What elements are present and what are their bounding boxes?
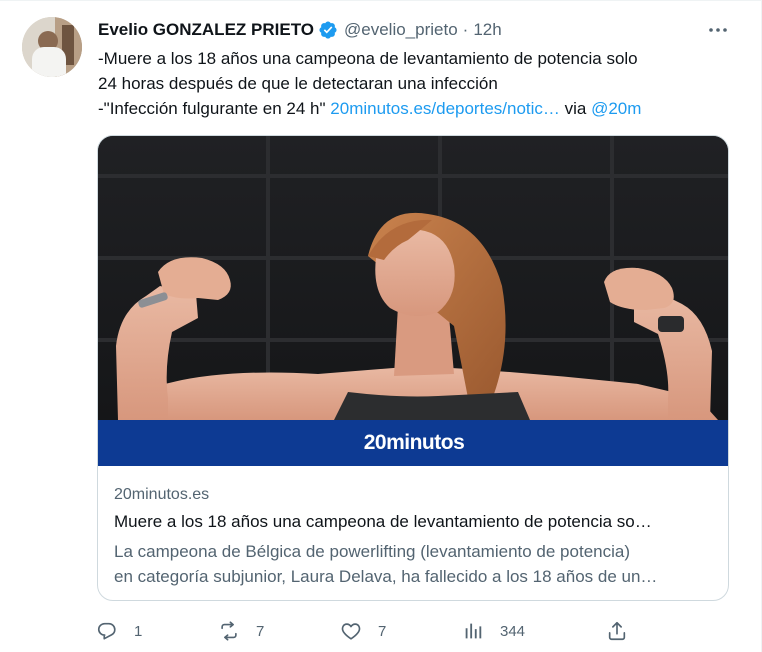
like-button[interactable]: 7 [340, 616, 386, 646]
mention-link[interactable]: @20m [591, 99, 641, 118]
card-description: La campeona de Bélgica de powerlifting (… [114, 539, 714, 589]
top-border [0, 0, 762, 1]
action-bar: 1 7 7 344 [96, 616, 736, 646]
like-count: 7 [378, 622, 387, 640]
verified-badge-icon[interactable] [318, 20, 338, 40]
reply-icon [97, 622, 116, 640]
card-title: Muere a los 18 años una campeona de leva… [114, 512, 652, 531]
card-domain: 20minutos.es [114, 486, 210, 503]
card-description-line-2: en categoría subjunior, Laura Delava, ha… [114, 567, 658, 586]
avatar[interactable] [22, 17, 82, 77]
tweet-text-line-2: 24 horas después de que le detectaran un… [98, 74, 498, 93]
retweet-button[interactable]: 7 [218, 616, 264, 646]
link-card[interactable]: 20minutos 20minutos.es Muere a los 18 añ… [97, 135, 729, 601]
retweet-icon [221, 621, 237, 641]
tweet-text-line-3: -"Infección fulgurante en 24 h" 20minuto… [98, 96, 738, 121]
author-handle[interactable]: @evelio_prieto [344, 20, 458, 40]
article-link[interactable]: 20minutos.es/deportes/notic… [330, 99, 560, 118]
tweet-quote-text: -"Infección fulgurante en 24 h" [98, 99, 331, 118]
reply-count: 1 [134, 622, 143, 640]
tweet-text: -Muere a los 18 años una campeona de lev… [98, 46, 738, 121]
views-count: 344 [500, 622, 526, 640]
author-name[interactable]: Evelio GONZALEZ PRIETO [98, 20, 314, 40]
via-text: via [559, 99, 592, 118]
tweet-text-line-1: -Muere a los 18 años una campeona de lev… [98, 49, 638, 68]
views-button[interactable]: 344 [462, 616, 525, 646]
share-icon [608, 621, 626, 641]
retweet-count: 7 [256, 622, 265, 640]
brand-logo-text: 20minutos [363, 431, 465, 454]
card-image[interactable] [98, 136, 728, 420]
brand-banner: 20minutos [98, 420, 728, 466]
views-icon [465, 623, 482, 639]
timestamp[interactable]: 12h [473, 20, 501, 40]
reply-button[interactable]: 1 [96, 616, 142, 646]
athlete-photo-illustration [116, 212, 718, 420]
more-icon[interactable] [706, 18, 730, 42]
separator-dot: · [462, 20, 469, 39]
heart-icon [341, 623, 361, 640]
card-description-line-1: La campeona de Bélgica de powerlifting (… [114, 542, 630, 561]
card-meta: 20minutos.es Muere a los 18 años una cam… [114, 484, 714, 589]
tweet-header: Evelio GONZALEZ PRIETO @evelio_prieto · … [98, 18, 502, 42]
share-button[interactable] [606, 616, 628, 646]
